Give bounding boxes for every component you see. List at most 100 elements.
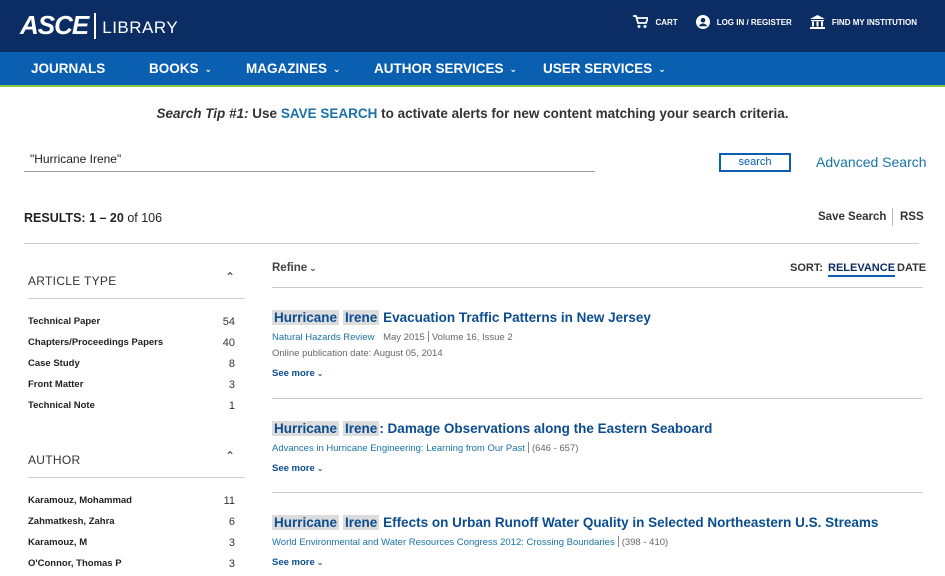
divider [28,477,245,478]
see-more-toggle[interactable]: See more ⌄ [272,368,923,379]
facet-item-count: 6 [228,516,235,528]
chevron-down-icon: ⌄ [309,263,317,273]
logo-divider [94,12,97,39]
facet-item-technical-note[interactable]: Technical Note 1 [28,400,235,414]
refine-toggle[interactable]: Refine ⌄ [272,262,317,274]
result-source-link[interactable]: Advances in Hurricane Engineering: Learn… [272,443,525,454]
chevron-down-icon: ⌄ [509,64,518,74]
facet-item-author[interactable]: Karamouz, Mohammad 11 [28,495,235,509]
facet-item-author[interactable]: Zahmatkesh, Zahra 6 [28,516,235,530]
result-item: Hurricane Irene Effects on Urban Runoff W… [272,515,923,568]
results-range: 1 – 20 [89,211,124,225]
save-search-button[interactable]: Save Search [818,211,886,223]
chevron-down-icon: ⌄ [316,558,324,567]
result-title-link[interactable]: Hurricane Irene: Damage Observations alon… [272,421,923,436]
chevron-down-icon: ⌄ [316,464,324,473]
result-source-link[interactable]: World Environmental and Water Resources … [272,537,615,548]
results-total: of 106 [127,211,163,225]
nav-author-services[interactable]: AUTHOR SERVICES ⌄ [374,52,517,85]
facet-item-label: Zahmatkesh, Zahra [28,516,115,527]
chevron-down-icon: ⌄ [333,64,341,74]
facet-title-article-type: ARTICLE TYPE [28,274,117,288]
login-label: LOG IN / REGISTER [716,17,792,27]
asce-library-logo[interactable]: ASCE LIBRARY [20,10,178,41]
refine-label: Refine [272,262,308,274]
result-title-link[interactable]: Hurricane Irene Evacuation Traffic Patter… [272,310,923,325]
facet-item-count: 3 [228,537,235,549]
divider [272,492,923,493]
save-search-tip-link[interactable]: SAVE SEARCH [281,106,378,121]
top-header: ASCE LIBRARY CART LOG IN / REGISTER FIND… [0,0,945,52]
account-actions: CART LOG IN / REGISTER FIND MY INSTITUTI… [615,15,917,29]
search-tip-suffix: to activate alerts for new content match… [377,106,789,121]
logo-asce-text: ASCE [20,10,89,40]
chevron-up-icon[interactable]: ⌃ [225,449,235,463]
see-more-label: See more [272,557,315,568]
main-nav: JOURNALS BOOKS ⌄ MAGAZINES ⌄ AUTHOR SERVIC… [0,52,945,87]
result-volume-issue: Volume 16, Issue 2 [431,332,513,343]
search-tip-use: Use [248,106,281,121]
nav-journals-label: JOURNALS [31,61,106,76]
result-title-text: Evacuation Traffic Patterns in New Jerse… [379,310,651,325]
divider [24,243,919,244]
search-button[interactable]: search [719,153,791,172]
advanced-search-link[interactable]: Advanced Search [816,154,927,170]
facet-item-label: Technical Paper [28,316,101,327]
nav-books-label: BOOKS [149,61,199,76]
facet-item-author[interactable]: Karamouz, M 3 [28,537,235,551]
divider [272,398,923,399]
result-pages: (398 - 410) [621,537,669,548]
facet-item-chapters-proceedings[interactable]: Chapters/Proceedings Papers 40 [28,337,235,351]
divider [427,331,429,342]
facet-item-front-matter[interactable]: Front Matter 3 [28,379,235,393]
nav-journals[interactable]: JOURNALS [31,52,105,85]
result-pages: (646 - 657) [531,443,579,454]
facet-item-label: Karamouz, M [28,537,88,548]
search-highlight: Irene [343,310,380,325]
result-title-link[interactable]: Hurricane Irene Effects on Urban Runoff W… [272,515,923,530]
search-highlight: Irene [343,421,380,436]
facet-item-technical-paper[interactable]: Technical Paper 54 [28,316,235,330]
result-meta: World Environmental and Water Resources … [272,536,923,548]
divider [617,536,619,547]
result-pub-date: Online publication date: August 05, 2014 [272,348,443,359]
find-institution-link[interactable]: FIND MY INSTITUTION [809,15,917,29]
sort-relevance-option[interactable]: RELEVANCE [828,262,896,277]
nav-books[interactable]: BOOKS ⌄ [149,52,212,85]
facet-item-count: 8 [228,358,235,370]
divider [272,287,923,288]
nav-user-services[interactable]: USER SERVICES ⌄ [543,52,666,85]
search-highlight: Hurricane [272,515,340,530]
search-input[interactable]: "Hurricane Irene" [24,148,595,172]
search-tip: Search Tip #1: Use SAVE SEARCH to activa… [0,106,945,121]
see-more-toggle[interactable]: See more ⌄ [272,463,923,474]
login-register-link[interactable]: LOG IN / REGISTER [695,15,792,29]
results-count: RESULTS: 1 – 20 of 106 [24,211,162,225]
facet-item-count: 11 [223,495,235,507]
result-item: Hurricane Irene Evacuation Traffic Patter… [272,310,923,379]
result-title-text: Effects on Urban Runoff Water Quality in… [379,515,879,530]
search-tip-prefix: Search Tip #1: [156,106,249,121]
results-label: RESULTS: [24,211,86,225]
facet-item-label: Front Matter [28,379,84,390]
see-more-toggle[interactable]: See more ⌄ [272,557,923,568]
chevron-down-icon: ⌄ [316,369,324,378]
nav-author-services-label: AUTHOR SERVICES [374,61,504,76]
search-highlight: Hurricane [272,421,340,436]
result-meta: Advances in Hurricane Engineering: Learn… [272,442,923,454]
divider [892,208,893,226]
facet-item-count: 1 [228,400,235,412]
sort-date-option[interactable]: DATE [897,262,926,274]
institution-icon [809,15,825,29]
facet-item-author[interactable]: O'Connor, Thomas P 3 [28,558,235,572]
result-source-link[interactable]: Natural Hazards Review [272,332,374,343]
nav-magazines-label: MAGAZINES [246,61,327,76]
nav-magazines[interactable]: MAGAZINES ⌄ [246,52,341,85]
result-item: Hurricane Irene: Damage Observations alon… [272,421,923,474]
rss-link[interactable]: RSS [900,211,924,223]
chevron-up-icon[interactable]: ⌃ [225,270,235,284]
cart-link[interactable]: CART [633,15,678,29]
user-icon [695,15,710,29]
facet-item-case-study[interactable]: Case Study 8 [28,358,235,372]
search-highlight: Irene [343,515,380,530]
